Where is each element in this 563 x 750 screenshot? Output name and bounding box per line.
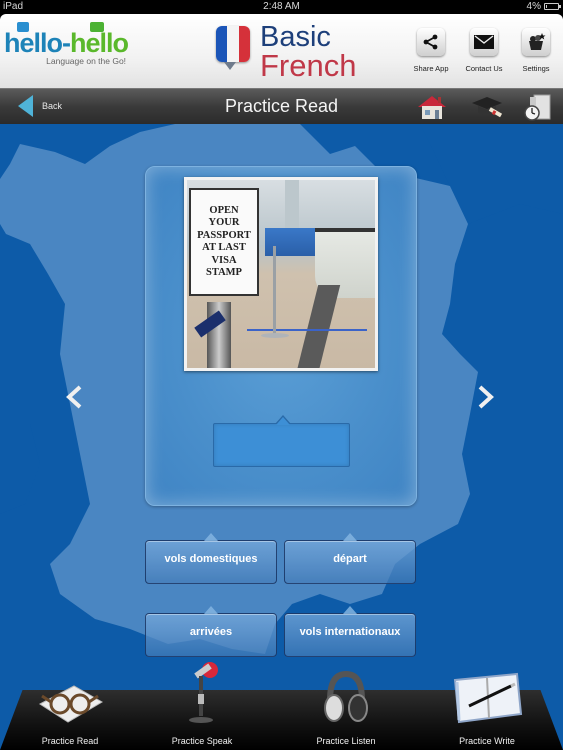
battery-percent: 4% <box>526 1 541 12</box>
settings-icon <box>522 28 550 56</box>
tab-label: Practice Read <box>41 736 99 746</box>
photo-pillar <box>285 180 299 230</box>
progress-button[interactable] <box>520 92 556 122</box>
hello-hello-logo[interactable]: hello-hello Language on the Go! <box>4 22 129 66</box>
settings-button[interactable]: Settings <box>511 28 561 73</box>
logo-text: hello-hello <box>4 28 129 58</box>
envelope-icon <box>470 28 498 56</box>
practice-tab-bar: Practice Read Practice Speak Practice Li… <box>0 662 563 750</box>
tab-practice-listen[interactable]: Practice Listen <box>301 666 391 750</box>
reading-glasses-icon <box>25 666 115 726</box>
book-clock-icon <box>524 94 551 121</box>
tab-label: Practice Speak <box>171 736 233 746</box>
photo-floor-stripe <box>295 285 341 368</box>
tab-label: Practice Listen <box>316 736 376 746</box>
contact-us-label: Contact Us <box>465 64 503 73</box>
flashcard-image: OPEN YOUR PASSPORT AT LAST VISA STAMP <box>184 177 378 371</box>
microphone-icon <box>157 662 247 726</box>
settings-label: Settings <box>522 64 550 73</box>
practice-area: OPEN YOUR PASSPORT AT LAST VISA STAMP vols do… <box>0 124 563 750</box>
logo-part1: hello <box>4 28 63 58</box>
battery-fill <box>546 5 547 8</box>
share-app-button[interactable]: Share App <box>406 28 456 73</box>
choice-button[interactable]: départ <box>284 533 416 584</box>
status-bar: iPad 2:48 AM 4% <box>0 0 563 14</box>
share-app-label: Share App <box>413 64 449 73</box>
photo-sign: OPEN YOUR PASSPORT AT LAST VISA STAMP <box>189 188 259 296</box>
tab-label: Practice Write <box>459 736 515 746</box>
flag-stripe-blue <box>216 26 228 62</box>
product-title-french: French <box>260 48 357 83</box>
choice-button[interactable]: vols domestiques <box>145 533 277 584</box>
previous-button[interactable] <box>60 382 90 412</box>
headphones-icon <box>301 666 391 726</box>
chevron-left-icon <box>66 385 82 409</box>
photo-floor-tape <box>247 329 367 331</box>
photo-stanchion-pole <box>273 246 276 336</box>
next-button[interactable] <box>470 382 500 412</box>
tab-practice-read[interactable]: Practice Read <box>25 666 115 750</box>
speech-bubble-icon <box>90 22 104 32</box>
answer-drop-zone[interactable] <box>213 415 350 467</box>
logo-dash: - <box>62 28 71 58</box>
home-icon <box>418 96 446 119</box>
share-icon <box>417 28 445 56</box>
choice-button[interactable]: arrivées <box>145 606 277 657</box>
lessons-button[interactable] <box>469 92 505 122</box>
graduation-cap-icon <box>472 97 503 118</box>
battery-icon <box>544 3 561 10</box>
tab-practice-speak[interactable]: Practice Speak <box>157 662 247 750</box>
logo-part2: hello <box>70 28 129 58</box>
airport-passport-control-photo: OPEN YOUR PASSPORT AT LAST VISA STAMP <box>187 180 375 368</box>
notebook-pen-icon <box>442 666 532 726</box>
chevron-right-icon <box>478 385 494 409</box>
app-header: hello-hello Language on the Go! Basic Fr… <box>0 14 563 88</box>
home-button[interactable] <box>414 92 450 122</box>
flag-stripe-red <box>238 26 250 62</box>
product-title: Basic French <box>212 20 362 84</box>
photo-sign-text: OPEN YOUR PASSPORT AT LAST VISA STAMP <box>197 204 251 279</box>
flashcard: OPEN YOUR PASSPORT AT LAST VISA STAMP <box>145 166 417 506</box>
tab-practice-write[interactable]: Practice Write <box>442 666 532 750</box>
flag-stripe-white <box>227 26 239 62</box>
battery-indicator: 4% <box>526 1 561 12</box>
choice-button[interactable]: vols internationaux <box>284 606 416 657</box>
speech-bubble-icon <box>17 22 29 32</box>
photo-stanchion-base <box>261 333 289 338</box>
clock: 2:48 AM <box>263 1 300 12</box>
flag-bubble-tail <box>224 62 236 70</box>
contact-us-button[interactable]: Contact Us <box>459 28 509 73</box>
french-flag-icon <box>216 26 250 62</box>
navigation-bar: Back Practice Read <box>0 88 563 124</box>
